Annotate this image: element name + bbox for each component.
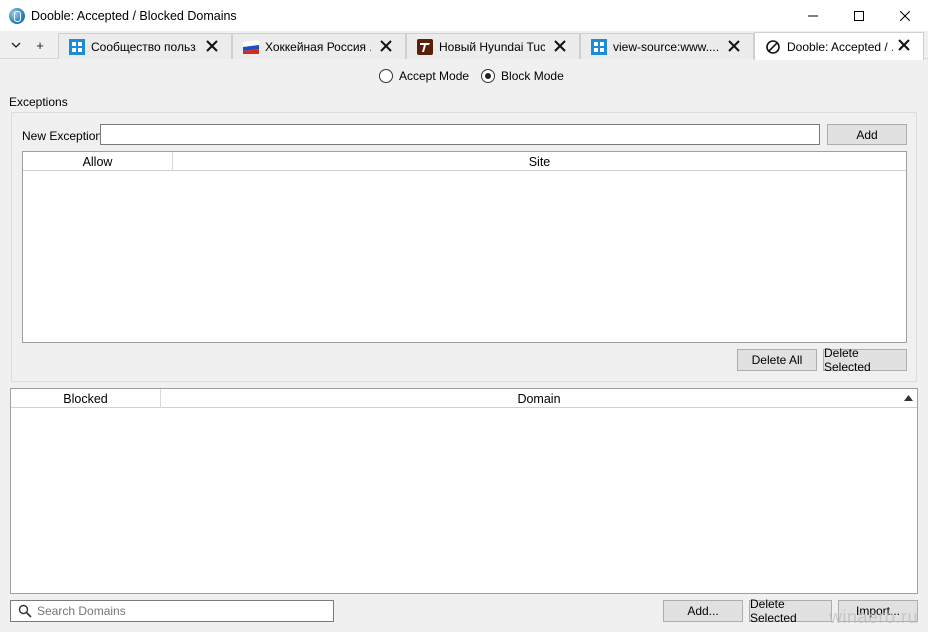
close-icon <box>900 10 910 21</box>
close-tab-icon[interactable] <box>727 39 741 53</box>
site-column-header[interactable]: Site <box>173 152 906 171</box>
allow-column-header[interactable]: Allow <box>23 152 173 171</box>
blocked-icon <box>766 39 780 54</box>
maximize-button[interactable] <box>836 0 882 31</box>
tab-label: Сообщество польз... <box>91 39 197 54</box>
domain-column-header[interactable]: Domain <box>161 389 917 408</box>
block-mode-label[interactable]: Block Mode <box>501 69 564 83</box>
new-tab-button[interactable]: + <box>28 31 52 59</box>
sort-ascending-icon <box>904 395 913 401</box>
grid-icon <box>69 38 85 55</box>
search-domains-field[interactable]: Search Domains <box>10 600 334 622</box>
tab-4[interactable]: view-source:www.... <box>580 33 754 59</box>
russia-flag-icon <box>243 39 259 54</box>
tab-2[interactable]: Хоккейная Россия ... <box>232 33 406 59</box>
t-logo-icon <box>417 38 433 55</box>
accept-mode-label[interactable]: Accept Mode <box>399 69 469 83</box>
close-tab-icon[interactable] <box>205 39 219 53</box>
window-title: Dooble: Accepted / Blocked Domains <box>31 8 237 23</box>
exceptions-group: New Exception Add Allow Site Delete All … <box>11 112 917 382</box>
tab-5-active[interactable]: Dooble: Accepted / ... <box>754 32 924 60</box>
tab-label: Dooble: Accepted / ... <box>787 39 893 54</box>
domains-table[interactable]: Blocked Domain <box>10 388 918 594</box>
minimize-icon <box>808 15 818 16</box>
mode-selector: Accept Mode Block Mode <box>379 69 576 83</box>
tab-label: view-source:www.... <box>613 39 719 54</box>
minimize-button[interactable] <box>790 0 836 31</box>
new-exception-input[interactable] <box>100 124 820 145</box>
grid-icon <box>591 38 607 55</box>
delete-all-button[interactable]: Delete All <box>737 349 817 371</box>
delete-selected-domains-button[interactable]: Delete Selected <box>749 597 832 625</box>
search-icon <box>18 604 32 618</box>
block-mode-radio[interactable] <box>481 69 496 83</box>
close-tab-icon[interactable] <box>379 39 393 53</box>
tab-bar: + Сообщество польз... Хоккейная Россия .… <box>0 31 928 60</box>
tab-label: Новый Hyundai Tuc... <box>439 39 545 54</box>
maximize-icon <box>854 10 864 21</box>
domains-table-header: Blocked Domain <box>11 389 917 408</box>
window-controls <box>790 0 928 31</box>
chevron-down-icon <box>11 42 21 48</box>
tab-3[interactable]: Новый Hyundai Tuc... <box>406 33 580 59</box>
exceptions-table-header: Allow Site <box>23 152 906 171</box>
plus-icon: + <box>36 37 44 53</box>
tab-list-button[interactable] <box>4 31 28 59</box>
new-exception-label: New Exception <box>22 129 103 143</box>
exceptions-table[interactable]: Allow Site <box>22 151 907 343</box>
title-bar: Dooble: Accepted / Blocked Domains <box>0 0 928 31</box>
dooble-app-icon <box>9 7 25 24</box>
close-tab-icon[interactable] <box>553 39 567 53</box>
delete-selected-exceptions-button[interactable]: Delete Selected <box>823 346 907 374</box>
exceptions-label: Exceptions <box>9 95 68 109</box>
tab-1[interactable]: Сообщество польз... <box>58 33 232 59</box>
close-tab-icon[interactable] <box>897 38 911 52</box>
accept-mode-radio[interactable] <box>379 69 393 83</box>
add-exception-button[interactable]: Add <box>827 124 907 145</box>
add-domain-button[interactable]: Add... <box>663 600 743 622</box>
search-placeholder: Search Domains <box>37 604 126 618</box>
tab-label: Хоккейная Россия ... <box>265 39 371 54</box>
close-window-button[interactable] <box>882 0 928 31</box>
blocked-column-header[interactable]: Blocked <box>11 389 161 408</box>
watermark: winaero.ru <box>828 607 918 627</box>
